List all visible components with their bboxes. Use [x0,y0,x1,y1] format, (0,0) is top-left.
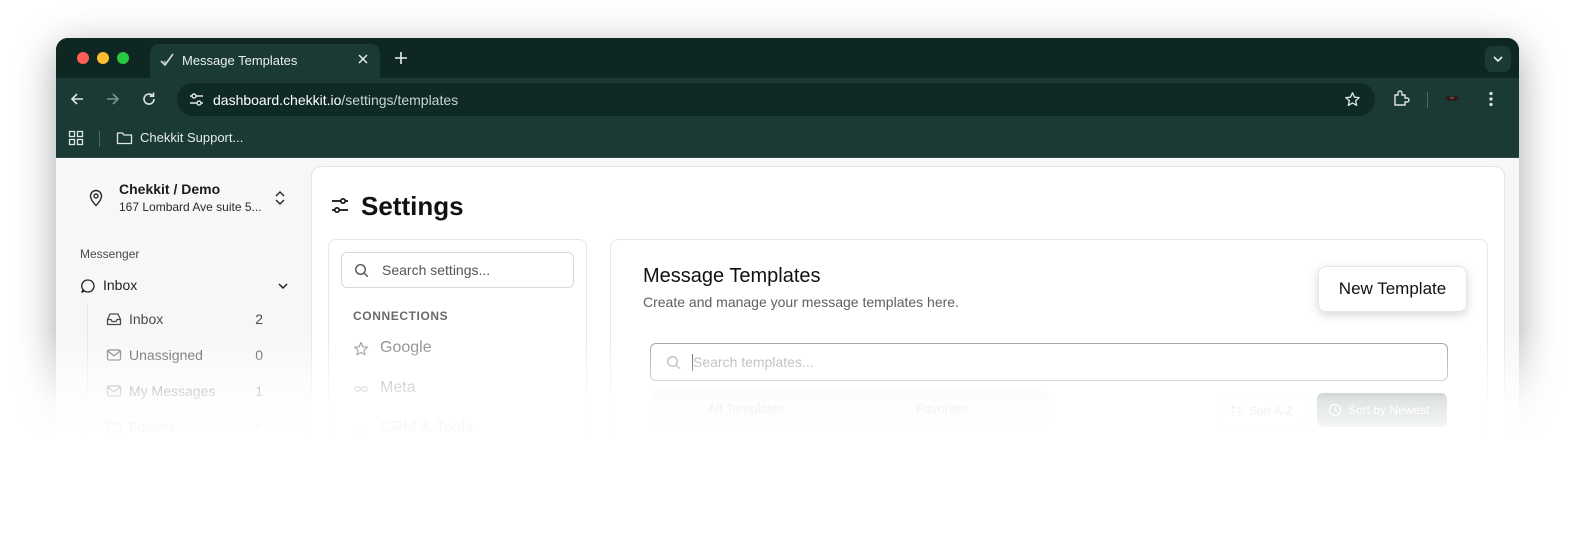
tab-all-templates[interactable]: All Templates [708,401,785,416]
sidebar-item-inbox[interactable]: Inbox 2 [104,308,266,330]
settings-nav: Search settings... CONNECTIONS Google Me… [328,239,587,558]
sidebar-item-label: My Messages [129,383,216,399]
url-host: dashboard.chekkit.io [213,92,342,108]
site-settings-icon[interactable] [188,91,205,108]
toolbar-divider [1427,92,1428,108]
close-tab-icon[interactable] [355,51,371,67]
chevron-right-icon [254,422,260,432]
clock-icon [1328,403,1342,417]
location-switcher[interactable]: Chekkit / Demo 167 Lombard Ave suite 5..… [82,178,292,220]
url-text: dashboard.chekkit.io/settings/templates [213,92,458,108]
folder-icon [116,132,133,145]
sidebar-group-label: Inbox [103,277,138,293]
maximize-window-button[interactable] [117,52,129,64]
apps-grid-icon[interactable] [68,130,84,146]
page-content: Chekkit / Demo 167 Lombard Ave suite 5..… [56,158,1519,558]
message-templates-card: Message Templates Create and manage your… [610,239,1488,558]
new-tab-icon[interactable] [392,49,410,67]
location-address: 167 Lombard Ave suite 5... [119,200,262,214]
settings-search-placeholder: Search settings... [382,262,491,278]
nav-section-heading: CONNECTIONS [353,309,449,323]
reload-icon[interactable] [140,90,158,108]
settings-search-input[interactable]: Search settings... [341,252,574,288]
forward-icon[interactable] [104,90,122,108]
sidebar-section-messenger: Messenger [80,247,140,261]
bookmark-star-icon[interactable] [1344,91,1361,108]
nav-item-label: CRM & Tools [380,419,474,436]
nav-item-label: Meta [380,379,416,396]
nav-item-label: Google [380,339,432,356]
more-menu-icon[interactable] [1482,90,1500,108]
sort-newest-label: Sort by Newest [1348,403,1430,417]
tab-title: Message Templates [182,53,298,68]
sidebar-tree-line [87,303,88,438]
sidebar-item-count: 0 [255,347,263,363]
templates-search-placeholder: Search templates... [693,354,814,370]
sidebar-item-count: 1 [255,383,263,399]
checkmark-favicon-icon [160,53,174,67]
tab-strip: Message Templates [56,38,1519,78]
chevron-down-icon [278,283,288,290]
tab-message-templates[interactable]: Message Templates [150,44,380,78]
sidebar-item-label: Unassigned [129,347,203,363]
sidebar-item-count: 2 [255,311,263,327]
mail-icon [106,349,122,361]
star-icon [353,341,369,356]
sidebar-item-label: Inbox [129,311,164,327]
extensions-icon[interactable] [1392,89,1410,107]
sort-ascending-icon [1230,405,1242,416]
sidebar-group-inbox[interactable]: Inbox [78,275,290,297]
templates-search-input[interactable]: Search templates... [650,343,1448,381]
browser-window: Message Templates dashboard.chekkit.io/s… [56,38,1519,558]
settings-sliders-icon [332,197,348,214]
inbox-icon [106,313,122,326]
browser-toolbar: dashboard.chekkit.io/settings/templates [56,78,1519,120]
minimize-window-button[interactable] [97,52,109,64]
template-filter-tabs: All Templates Favorites [652,390,1049,426]
new-template-button[interactable]: New Template [1318,266,1467,312]
sort-az-button[interactable]: Sort A-Z [1216,395,1308,425]
settings-panel: Settings Search settings... CONNECTIONS [311,166,1505,558]
chevron-down-icon [1493,56,1503,63]
sidebar-item-unassigned[interactable]: Unassigned 0 [104,344,266,366]
sort-newest-button[interactable]: Sort by Newest [1317,393,1447,427]
message-circle-icon [81,279,95,293]
sort-az-label: Sort A-Z [1249,404,1294,418]
section-subtitle: Create and manage your message templates… [643,294,959,310]
location-name: Chekkit / Demo [119,181,221,197]
sidebar-item-label: Folders [129,419,176,435]
tab-search-button[interactable] [1485,46,1511,72]
sidebar-item-my-messages[interactable]: My Messages 1 [104,380,266,402]
close-window-button[interactable] [77,52,89,64]
profile-avatar-icon[interactable] [1444,91,1460,107]
sidebar-item-folders[interactable]: Folders [104,416,266,438]
chevrons-up-down-icon[interactable] [273,189,287,207]
map-pin-icon [89,189,103,207]
url-path: /settings/templates [341,92,459,108]
search-icon [666,355,681,370]
nav-item-crm-tools[interactable]: CRM & Tools [351,418,551,440]
nav-item-meta[interactable]: Meta [351,378,551,400]
bookmark-folder-chekkit-support[interactable]: Chekkit Support... [140,130,243,145]
screen: Message Templates dashboard.chekkit.io/s… [0,0,1575,558]
back-icon[interactable] [68,90,86,108]
mail-icon [106,385,122,397]
tab-favorites[interactable]: Favorites [916,401,969,416]
address-bar[interactable]: dashboard.chekkit.io/settings/templates [177,83,1375,116]
bookmarks-bar: Chekkit Support... [56,120,1519,158]
page-title: Settings [361,191,464,221]
folder-icon [106,421,122,433]
nav-item-google[interactable]: Google [351,338,551,360]
bookmarks-divider [99,131,100,147]
infinity-icon [354,386,368,392]
tools-icon [355,424,367,434]
search-icon [354,263,369,278]
section-title: Message Templates [643,265,821,287]
